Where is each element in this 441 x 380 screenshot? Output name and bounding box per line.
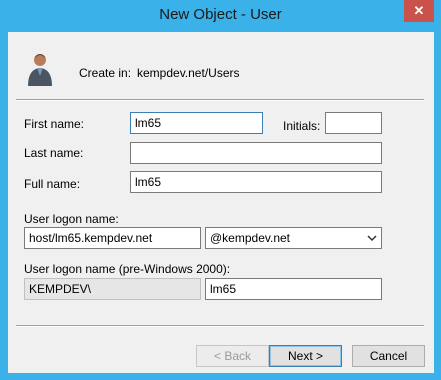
full-name-field[interactable]: lm65	[130, 171, 382, 193]
close-icon: ✕	[413, 3, 425, 18]
title-bar[interactable]: New Object - User ✕	[0, 0, 441, 32]
pre2000-name-field[interactable]: lm65	[205, 278, 382, 300]
initials-field[interactable]	[325, 112, 382, 134]
dialog-window: New Object - User ✕ Create in: kempdev.n…	[0, 0, 441, 380]
last-name-field[interactable]	[130, 142, 382, 164]
logon-name-field[interactable]: host/lm65.kempdev.net	[24, 227, 201, 249]
window-title: New Object - User	[159, 6, 282, 23]
logon-name-label: User logon name:	[24, 212, 119, 226]
separator-bottom	[16, 325, 424, 327]
last-name-label: Last name:	[24, 146, 84, 160]
domain-suffix-select[interactable]: @kempdev.net	[205, 227, 382, 249]
close-button[interactable]: ✕	[404, 0, 434, 22]
pre2000-domain-field: KEMPDEV\	[24, 278, 201, 300]
cancel-button[interactable]: Cancel	[352, 345, 425, 367]
pre2000-label: User logon name (pre-Windows 2000):	[24, 262, 231, 276]
separator-top	[16, 99, 424, 101]
user-icon	[28, 54, 52, 86]
full-name-label: Full name:	[24, 177, 81, 191]
create-in-label: Create in:	[79, 66, 132, 80]
chevron-down-icon	[367, 235, 377, 242]
initials-label: Initials:	[283, 119, 321, 133]
create-in-path: kempdev.net/Users	[137, 66, 240, 80]
next-button[interactable]: Next >	[269, 345, 342, 367]
back-button[interactable]: < Back	[196, 345, 269, 367]
dialog-body: Create in: kempdev.net/Users First name:…	[8, 32, 434, 373]
domain-suffix-value: @kempdev.net	[210, 231, 290, 245]
first-name-label: First name:	[24, 117, 85, 131]
first-name-field[interactable]: lm65	[130, 112, 263, 134]
